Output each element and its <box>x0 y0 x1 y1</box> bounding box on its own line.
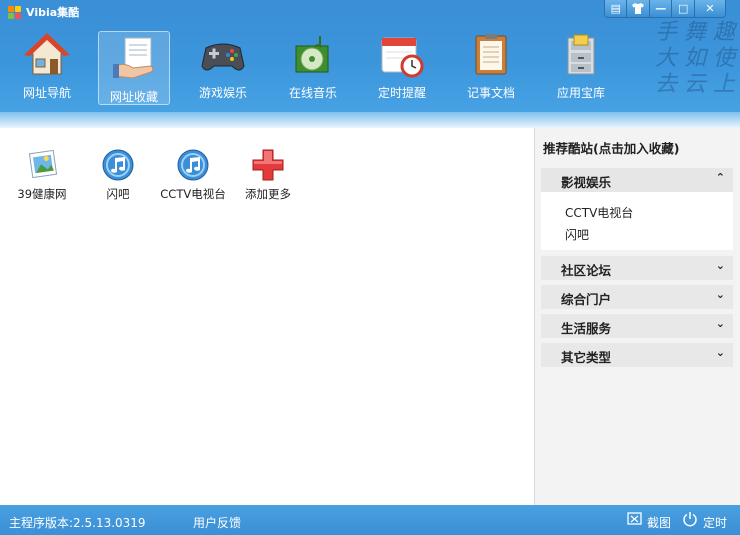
title-bar: Vibia集酷 <box>8 4 79 20</box>
music-note-icon <box>101 148 135 182</box>
tool-timed-reminder[interactable]: 定时提醒 <box>366 28 438 102</box>
category-header[interactable]: 影视娱乐 ⌃ <box>541 168 733 192</box>
chevron-down-icon: ⌄ <box>715 317 725 330</box>
favorite-label: 添加更多 <box>245 187 291 201</box>
tool-url-navigation[interactable]: 网址导航 <box>11 28 83 102</box>
tool-url-favorites[interactable]: 网址收藏 <box>98 31 170 105</box>
add-more-button[interactable]: 添加更多 <box>232 148 304 202</box>
notepad-icon <box>468 32 514 78</box>
add-icon <box>251 148 285 182</box>
window-controls: ▤ — □ ✕ <box>604 0 726 18</box>
favorite-label: CCTV电视台 <box>160 187 226 201</box>
app-logo-icon <box>8 5 21 19</box>
screenshot-button[interactable]: 截图 <box>647 514 671 531</box>
site-link[interactable]: 闪吧 <box>565 226 589 243</box>
tool-online-music[interactable]: 在线音乐 <box>277 28 349 102</box>
favorites-icon <box>111 36 157 82</box>
close-button[interactable]: ✕ <box>693 0 725 17</box>
calligraphy-decoration: 手 舞 趣大 如 使去 云 上 <box>655 20 735 97</box>
cabinet-icon <box>558 32 604 78</box>
favorite-item[interactable]: CCTV电视台 <box>157 148 229 202</box>
tool-label: 在线音乐 <box>288 86 337 100</box>
header-separator <box>0 112 740 128</box>
music-note-icon <box>176 148 210 182</box>
menu-icon[interactable]: ▤ <box>605 0 627 17</box>
tool-games[interactable]: 游戏娱乐 <box>187 28 259 102</box>
panel-title: 推荐酷站(点击加入收藏) <box>543 141 680 156</box>
maximize-button[interactable]: □ <box>671 0 694 17</box>
music-cd-icon <box>290 32 336 78</box>
tool-label: 网址导航 <box>22 86 71 100</box>
home-icon <box>24 32 70 78</box>
category-header[interactable]: 社区论坛 ⌄ <box>541 256 733 280</box>
tool-app-store[interactable]: 应用宝库 <box>545 28 617 102</box>
app-title: Vibia集酷 <box>26 6 80 19</box>
tool-label: 应用宝库 <box>556 86 605 100</box>
favorite-label: 39健康网 <box>17 187 67 201</box>
recommended-panel: 推荐酷站(点击加入收藏) 影视娱乐 ⌃ CCTV电视台 闪吧 社区论坛 ⌄ 综合… <box>534 128 740 505</box>
feedback-link[interactable]: 用户反馈 <box>193 514 241 531</box>
tool-notes[interactable]: 记事文档 <box>455 28 527 102</box>
tool-label: 定时提醒 <box>377 86 426 100</box>
status-bar: 主程序版本:2.5.13.0319 用户反馈 截图 定时 <box>0 505 740 535</box>
favorites-area: 39健康网 闪吧 CCTV电视台 添加更多 <box>0 128 534 505</box>
screenshot-icon[interactable] <box>627 511 643 530</box>
chevron-down-icon: ⌄ <box>715 259 725 272</box>
category-header[interactable]: 其它类型 ⌄ <box>541 343 733 367</box>
category-label: 社区论坛 <box>561 263 612 278</box>
chevron-up-icon: ⌃ <box>715 171 725 184</box>
timer-button[interactable]: 定时 <box>703 514 727 531</box>
calendar-clock-icon <box>379 32 425 78</box>
skin-icon[interactable] <box>626 0 649 17</box>
gamepad-icon <box>200 32 246 78</box>
app-window: Vibia集酷 ▤ — □ ✕ 手 舞 趣大 如 使去 云 上 网址导航 网址收… <box>0 0 740 535</box>
tool-label: 记事文档 <box>466 86 515 100</box>
category-header[interactable]: 综合门户 ⌄ <box>541 285 733 309</box>
favorite-label: 闪吧 <box>106 187 130 201</box>
favorite-item[interactable]: 闪吧 <box>82 148 154 202</box>
tool-label: 网址收藏 <box>109 90 158 104</box>
category-header[interactable]: 生活服务 ⌄ <box>541 314 733 338</box>
category-label: 生活服务 <box>561 321 612 336</box>
favorite-item[interactable]: 39健康网 <box>6 148 78 202</box>
category-label: 综合门户 <box>561 292 612 307</box>
minimize-button[interactable]: — <box>648 0 672 17</box>
site-link[interactable]: CCTV电视台 <box>565 204 633 221</box>
header-area: Vibia集酷 ▤ — □ ✕ 手 舞 趣大 如 使去 云 上 网址导航 网址收… <box>0 0 740 112</box>
power-icon[interactable] <box>682 511 698 530</box>
category-label: 其它类型 <box>561 350 612 365</box>
chevron-down-icon: ⌄ <box>715 346 725 359</box>
category-items: CCTV电视台 闪吧 <box>541 192 733 250</box>
image-icon <box>25 148 59 182</box>
chevron-down-icon: ⌄ <box>715 288 725 301</box>
version-text: 主程序版本:2.5.13.0319 <box>9 516 146 530</box>
category-label: 影视娱乐 <box>561 175 612 190</box>
tool-label: 游戏娱乐 <box>198 86 247 100</box>
